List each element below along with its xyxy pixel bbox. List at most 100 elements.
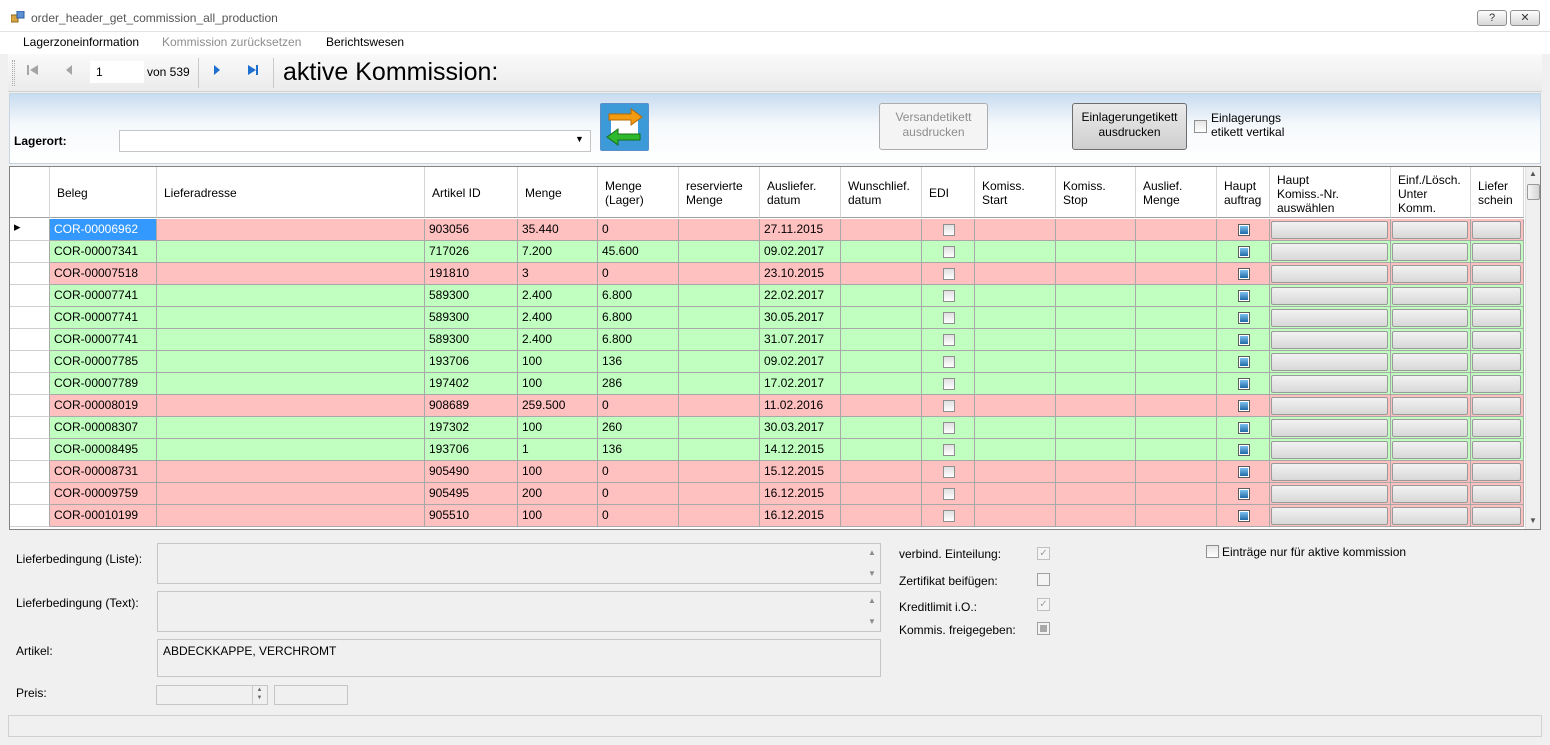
cell-edi[interactable] [922, 241, 975, 263]
liefer-row-button[interactable] [1472, 287, 1521, 305]
column-header-haupt[interactable]: Haupt auftrag [1217, 167, 1270, 218]
cell-menge[interactable]: 100 [518, 505, 598, 527]
table-row[interactable]: COR-00008019 908689 259.500 0 11.02.2016 [10, 395, 1524, 417]
column-header-liefer[interactable]: Liefer schein [1471, 167, 1524, 218]
cell-hauptk[interactable] [1270, 219, 1391, 241]
table-row[interactable]: COR-00007518 191810 3 0 23.10.2015 [10, 263, 1524, 285]
einf-row-button[interactable] [1392, 507, 1468, 525]
cell-beleg[interactable]: COR-00007785 [50, 351, 157, 373]
row-header[interactable] [10, 483, 50, 505]
cell-reserviert[interactable] [679, 219, 760, 241]
cell-hauptk[interactable] [1270, 351, 1391, 373]
table-row[interactable]: COR-00007789 197402 100 286 17.02.2017 [10, 373, 1524, 395]
cell-kstart[interactable] [975, 307, 1056, 329]
cell-wunsch[interactable] [841, 439, 922, 461]
cell-hauptk[interactable] [1270, 241, 1391, 263]
kreditlimit-checkbox[interactable]: ✓ [1037, 598, 1050, 611]
hauptk-row-button[interactable] [1271, 507, 1388, 525]
liefer-row-button[interactable] [1472, 441, 1521, 459]
cell-wunsch[interactable] [841, 263, 922, 285]
cell-artikel[interactable]: 589300 [425, 307, 518, 329]
cell-menge_lager[interactable]: 136 [598, 351, 679, 373]
cell-beleg[interactable]: COR-00007741 [50, 285, 157, 307]
cell-artikel[interactable]: 905510 [425, 505, 518, 527]
cell-kstart[interactable] [975, 329, 1056, 351]
hauptk-row-button[interactable] [1271, 265, 1388, 283]
liefer-row-button[interactable] [1472, 243, 1521, 261]
preis-spinner[interactable]: ▲ ▼ [156, 685, 268, 705]
cell-liefer[interactable] [1471, 505, 1524, 527]
cell-einf[interactable] [1391, 395, 1471, 417]
cell-artikel[interactable]: 191810 [425, 263, 518, 285]
cell-haupt[interactable] [1217, 219, 1270, 241]
cell-kstart[interactable] [975, 373, 1056, 395]
cell-kstart[interactable] [975, 241, 1056, 263]
swap-arrows-button[interactable] [600, 103, 649, 151]
cell-liefer[interactable] [1471, 219, 1524, 241]
scroll-thumb[interactable] [1527, 184, 1540, 200]
cell-amenge[interactable] [1136, 373, 1217, 395]
cell-amenge[interactable] [1136, 439, 1217, 461]
cell-menge_lager[interactable]: 45.600 [598, 241, 679, 263]
cell-liefer[interactable] [1471, 439, 1524, 461]
cell-menge[interactable]: 2.400 [518, 285, 598, 307]
cell-lieferadresse[interactable] [157, 483, 425, 505]
cell-einf[interactable] [1391, 351, 1471, 373]
cell-liefer[interactable] [1471, 241, 1524, 263]
cell-menge[interactable]: 2.400 [518, 307, 598, 329]
liefer-row-button[interactable] [1472, 331, 1521, 349]
cell-edi[interactable] [922, 373, 975, 395]
cell-liefer[interactable] [1471, 461, 1524, 483]
table-row[interactable]: ▸ COR-00006962 903056 35.440 0 27.11.2015 [10, 219, 1524, 241]
hauptauftrag-checkbox[interactable] [1238, 334, 1250, 346]
cell-haupt[interactable] [1217, 395, 1270, 417]
cell-kstop[interactable] [1056, 439, 1136, 461]
cell-beleg[interactable]: COR-00008731 [50, 461, 157, 483]
cell-menge[interactable]: 100 [518, 351, 598, 373]
cell-amenge[interactable] [1136, 395, 1217, 417]
hauptauftrag-checkbox[interactable] [1238, 444, 1250, 456]
einf-row-button[interactable] [1392, 221, 1468, 239]
cell-kstart[interactable] [975, 439, 1056, 461]
column-header-wunsch[interactable]: Wunschlief. datum [841, 167, 922, 218]
cell-menge[interactable]: 1 [518, 439, 598, 461]
cell-amenge[interactable] [1136, 417, 1217, 439]
cell-einf[interactable] [1391, 285, 1471, 307]
edi-checkbox[interactable] [943, 268, 955, 280]
cell-reserviert[interactable] [679, 307, 760, 329]
cell-menge[interactable]: 100 [518, 461, 598, 483]
cell-edi[interactable] [922, 263, 975, 285]
cell-liefer[interactable] [1471, 285, 1524, 307]
cell-menge_lager[interactable]: 0 [598, 505, 679, 527]
cell-wunsch[interactable] [841, 241, 922, 263]
cell-artikel[interactable]: 717026 [425, 241, 518, 263]
cell-menge_lager[interactable]: 260 [598, 417, 679, 439]
cell-reserviert[interactable] [679, 329, 760, 351]
edi-checkbox[interactable] [943, 488, 955, 500]
edi-checkbox[interactable] [943, 422, 955, 434]
cell-artikel[interactable]: 589300 [425, 285, 518, 307]
einf-row-button[interactable] [1392, 309, 1468, 327]
cell-haupt[interactable] [1217, 241, 1270, 263]
cell-haupt[interactable] [1217, 417, 1270, 439]
cell-amenge[interactable] [1136, 505, 1217, 527]
cell-lieferadresse[interactable] [157, 439, 425, 461]
etikett-vertikal-checkbox[interactable] [1194, 120, 1207, 133]
einf-row-button[interactable] [1392, 485, 1468, 503]
liefer-row-button[interactable] [1472, 265, 1521, 283]
edi-checkbox[interactable] [943, 246, 955, 258]
cell-amenge[interactable] [1136, 285, 1217, 307]
cell-reserviert[interactable] [679, 483, 760, 505]
cell-menge[interactable]: 200 [518, 483, 598, 505]
cell-amenge[interactable] [1136, 219, 1217, 241]
cell-artikel[interactable]: 905495 [425, 483, 518, 505]
cell-liefer[interactable] [1471, 483, 1524, 505]
table-row[interactable]: COR-00007341 717026 7.200 45.600 09.02.2017 [10, 241, 1524, 263]
next-record-icon[interactable] [208, 62, 226, 82]
einlagerungetikett-button[interactable]: Einlagerungetikett ausdrucken [1072, 103, 1187, 150]
cell-hauptk[interactable] [1270, 329, 1391, 351]
cell-amenge[interactable] [1136, 241, 1217, 263]
kommis-freigegeben-checkbox[interactable] [1037, 622, 1050, 635]
column-header-artikel[interactable]: Artikel ID [425, 167, 518, 218]
cell-artikel[interactable]: 589300 [425, 329, 518, 351]
